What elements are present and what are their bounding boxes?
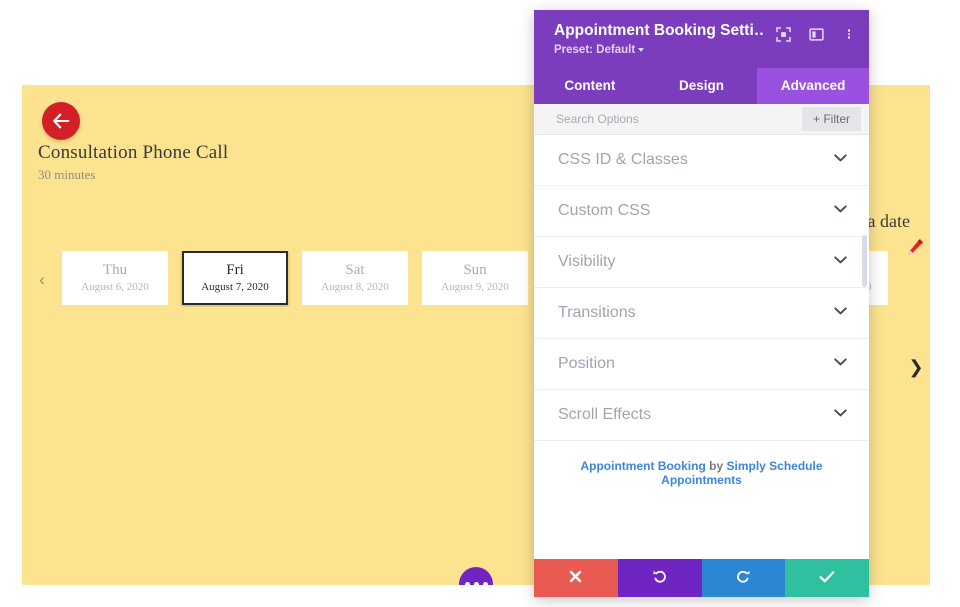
modal-scrollbar[interactable] [862, 235, 867, 287]
accordion-section[interactable]: Visibility [534, 237, 869, 288]
accordion-section[interactable]: Transitions [534, 288, 869, 339]
undo-icon [652, 569, 668, 588]
accordion-section-label: Custom CSS [558, 202, 650, 220]
next-page-arrow[interactable]: ❯ [902, 353, 930, 381]
ellipsis-dot [474, 582, 479, 586]
accordion-section[interactable]: CSS ID & Classes [534, 135, 869, 186]
modal-footer [534, 559, 869, 597]
kebab-dot [848, 29, 851, 32]
focus-module-icon[interactable] [775, 26, 791, 42]
appointment-duration: 30 minutes [38, 167, 95, 183]
chevron-down-icon [834, 154, 847, 165]
date-card-dayofweek: Sun [463, 261, 486, 280]
preset-label: Preset: Default [554, 44, 635, 56]
chevron-down-icon [638, 48, 644, 52]
preset-selector[interactable]: Preset: Default [554, 44, 644, 56]
tab-design[interactable]: Design [646, 68, 758, 104]
chevron-down-icon [834, 409, 847, 420]
credit-line: Appointment Booking by Simply Schedule A… [534, 441, 869, 487]
accordion-section-label: Position [558, 355, 615, 373]
cancel-button[interactable] [534, 559, 618, 597]
date-card-date: August 6, 2020 [81, 280, 149, 294]
appointment-title: Consultation Phone Call [38, 142, 228, 164]
accordion-section[interactable]: Position [534, 339, 869, 390]
chevron-down-icon [834, 205, 847, 216]
accordion-section-label: Scroll Effects [558, 406, 651, 424]
prev-date-arrow[interactable]: ‹ [22, 271, 62, 288]
modal-tabs: ContentDesignAdvanced [534, 68, 869, 104]
modal-title: Appointment Booking Setti… [554, 22, 764, 40]
date-card[interactable]: ThuAugust 6, 2020 [62, 251, 168, 305]
more-options-fab[interactable] [459, 567, 493, 585]
modal-body: CSS ID & Classes Custom CSS Visibility Tran… [534, 135, 869, 559]
module-settings-modal: Appointment Booking Setti… Preset: Defau… [534, 10, 869, 597]
tab-advanced[interactable]: Advanced [757, 68, 869, 104]
kebab-menu-icon[interactable] [841, 26, 857, 42]
kebab-dots [848, 28, 851, 40]
search-input[interactable] [554, 111, 758, 127]
filter-button[interactable]: + Filter [802, 107, 861, 131]
search-options-row: + Filter [534, 104, 869, 135]
chevron-down-icon [834, 358, 847, 369]
kebab-dot [848, 33, 851, 36]
edit-pencil-button[interactable] [900, 233, 930, 263]
chevron-down-icon [834, 256, 847, 267]
close-icon [569, 570, 582, 586]
accordion-section-label: Visibility [558, 253, 616, 271]
redo-button[interactable] [702, 559, 786, 597]
date-card[interactable]: SunAugust 9, 2020 [422, 251, 528, 305]
date-card-dayofweek: Sat [345, 261, 364, 280]
date-card[interactable]: FriAugust 7, 2020 [182, 251, 288, 305]
back-button[interactable] [42, 102, 80, 140]
chevron-down-icon [834, 307, 847, 318]
date-card-date: August 9, 2020 [441, 280, 509, 294]
date-card-date: August 7, 2020 [201, 280, 269, 294]
tab-content[interactable]: Content [534, 68, 646, 104]
undo-button[interactable] [618, 559, 702, 597]
save-button[interactable] [785, 559, 869, 597]
arrow-left-icon [52, 113, 71, 129]
kebab-dot [848, 36, 851, 39]
redo-icon [735, 569, 751, 588]
modal-header: Appointment Booking Setti… Preset: Defau… [534, 10, 869, 68]
appointment-booking-link[interactable]: Appointment Booking [580, 459, 705, 473]
accordion-section-label: Transitions [558, 304, 636, 322]
accordion-section[interactable]: Scroll Effects [534, 390, 869, 441]
date-card-dayofweek: Fri [226, 261, 244, 280]
ellipsis-dot [465, 582, 470, 586]
date-card-dayofweek: Thu [103, 261, 127, 280]
settings-accordion-list: CSS ID & Classes Custom CSS Visibility Tran… [534, 135, 869, 441]
date-card-date: August 8, 2020 [321, 280, 389, 294]
panel-layout-icon[interactable] [808, 26, 824, 42]
pencil-icon [905, 237, 925, 260]
accordion-section-label: CSS ID & Classes [558, 151, 688, 169]
credit-by-text: by [706, 459, 727, 473]
accordion-section[interactable]: Custom CSS [534, 186, 869, 237]
date-card[interactable]: SatAugust 8, 2020 [302, 251, 408, 305]
check-icon [819, 570, 835, 587]
ellipsis-dot [483, 582, 488, 586]
modal-header-actions [775, 26, 857, 42]
